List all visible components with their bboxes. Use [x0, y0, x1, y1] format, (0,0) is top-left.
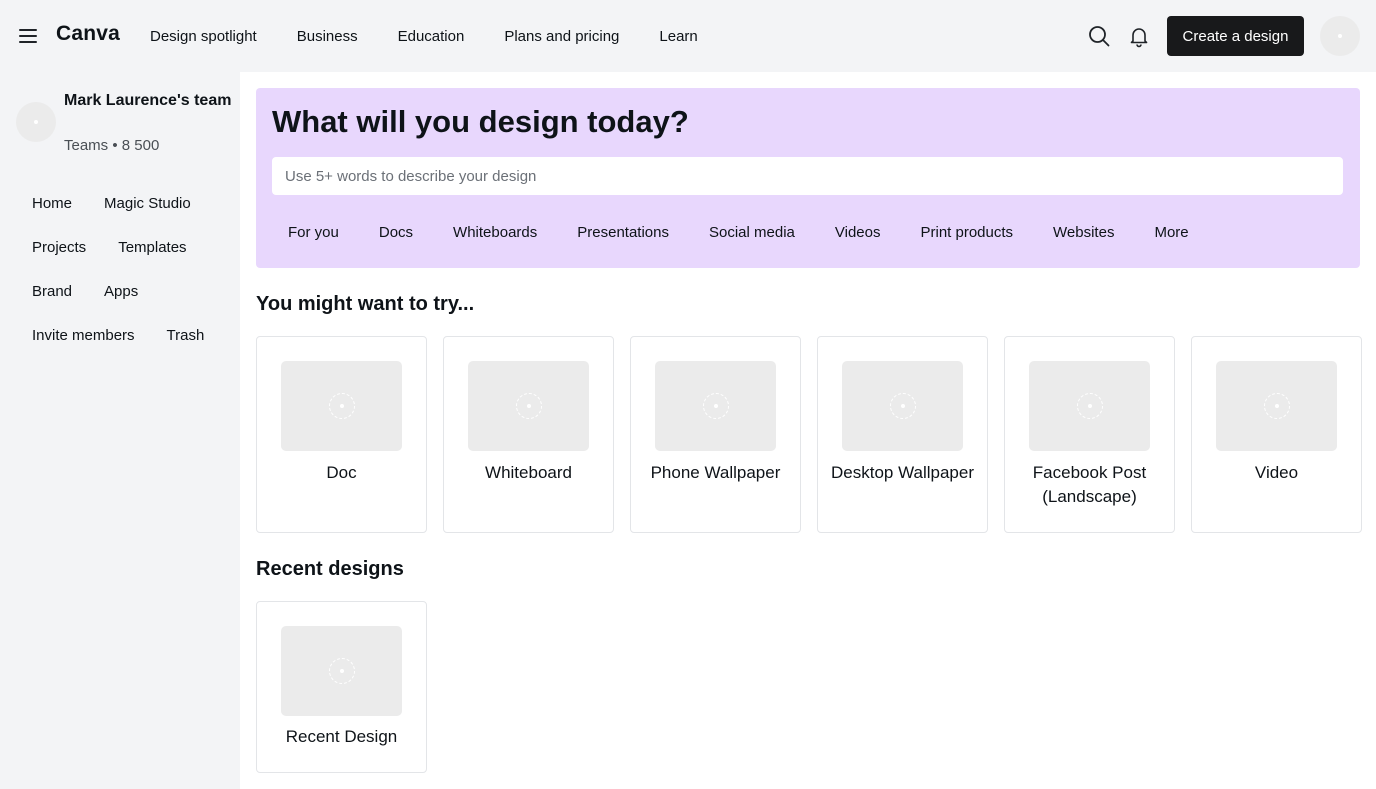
tab-docs[interactable]: Docs	[363, 220, 429, 245]
create-design-button[interactable]: Create a design	[1167, 16, 1304, 56]
suggestions-heading: You might want to try...	[256, 293, 475, 315]
avatar[interactable]	[1320, 16, 1360, 56]
suggestion-card-desktop-wallpaper[interactable]: Desktop Wallpaper	[817, 336, 988, 533]
recent-design-card[interactable]: Recent Design	[256, 601, 427, 773]
loading-icon	[1076, 393, 1103, 419]
team-name[interactable]: Mark Laurence's team	[64, 89, 232, 113]
suggestions-list: Doc Whiteboard Phone Wallpaper Desktop W…	[256, 336, 1362, 533]
loading-icon	[1263, 393, 1290, 419]
suggestion-card-facebook-post[interactable]: Facebook Post (Landscape)	[1004, 336, 1175, 533]
nav-plans-and-pricing[interactable]: Plans and pricing	[488, 20, 635, 53]
sidebar: Mark Laurence's team Teams • 8 500 Home …	[0, 72, 240, 789]
sidebar-nav: Home Magic Studio Projects Templates Bra…	[16, 182, 232, 358]
bell-icon[interactable]	[1125, 22, 1153, 50]
thumbnail-placeholder	[1029, 361, 1150, 451]
sidebar-item-trash[interactable]: Trash	[151, 314, 221, 358]
team-subtitle: Teams • 8 500	[64, 137, 160, 154]
sidebar-item-invite-members[interactable]: Invite members	[16, 314, 151, 358]
nav-business[interactable]: Business	[281, 20, 374, 53]
card-label: Recent Design	[285, 727, 398, 746]
tab-whiteboards[interactable]: Whiteboards	[437, 220, 553, 245]
card-label: Phone Wallpaper	[650, 463, 781, 482]
nav-learn[interactable]: Learn	[643, 20, 713, 53]
tab-videos[interactable]: Videos	[819, 220, 897, 245]
tab-presentations[interactable]: Presentations	[561, 220, 685, 245]
card-label: Desktop Wallpaper	[831, 463, 974, 482]
sidebar-item-brand[interactable]: Brand	[16, 270, 88, 314]
thumbnail-placeholder	[281, 626, 402, 716]
nav-education[interactable]: Education	[382, 20, 481, 53]
loading-icon	[515, 393, 542, 419]
top-header: Canva Design spotlight Business Educatio…	[0, 0, 1376, 72]
card-label: Doc	[326, 463, 357, 482]
sidebar-item-templates[interactable]: Templates	[102, 226, 202, 270]
canva-logo[interactable]: Canva	[56, 22, 120, 46]
tab-print-products[interactable]: Print products	[904, 220, 1029, 245]
card-label: Video	[1254, 463, 1299, 482]
recent-designs-list: Recent Design	[256, 601, 427, 773]
loading-icon	[328, 393, 355, 419]
suggestion-card-video[interactable]: Video	[1191, 336, 1362, 533]
thumbnail-placeholder	[655, 361, 776, 451]
loading-icon	[328, 658, 355, 684]
suggestion-card-phone-wallpaper[interactable]: Phone Wallpaper	[630, 336, 801, 533]
nav-design-spotlight[interactable]: Design spotlight	[134, 20, 273, 53]
page-title: What will you design today?	[272, 104, 689, 139]
tab-more[interactable]: More	[1138, 220, 1204, 245]
design-search-input[interactable]	[272, 157, 1343, 195]
suggestion-card-doc[interactable]: Doc	[256, 336, 427, 533]
suggestion-card-whiteboard[interactable]: Whiteboard	[443, 336, 614, 533]
thumbnail-placeholder	[842, 361, 963, 451]
search-icon[interactable]	[1085, 22, 1113, 50]
top-nav: Design spotlight Business Education Plan…	[134, 0, 722, 72]
card-label: Whiteboard	[485, 463, 572, 482]
card-label: Facebook Post (Landscape)	[1032, 463, 1147, 506]
thumbnail-placeholder	[281, 361, 402, 451]
category-tabs: For you Docs Whiteboards Presentations S…	[272, 218, 1213, 246]
sidebar-item-magic-studio[interactable]: Magic Studio	[88, 182, 207, 226]
hero-banner: What will you design today? For you Docs…	[256, 88, 1360, 268]
sidebar-item-apps[interactable]: Apps	[88, 270, 154, 314]
loading-icon	[889, 393, 916, 419]
tab-social-media[interactable]: Social media	[693, 220, 811, 245]
sidebar-item-projects[interactable]: Projects	[16, 226, 102, 270]
recent-designs-heading: Recent designs	[256, 558, 404, 580]
thumbnail-placeholder	[468, 361, 589, 451]
loading-icon	[702, 393, 729, 419]
thumbnail-placeholder	[1216, 361, 1337, 451]
tab-websites[interactable]: Websites	[1037, 220, 1130, 245]
menu-icon[interactable]	[16, 24, 40, 48]
tab-for-you[interactable]: For you	[272, 220, 355, 245]
sidebar-item-home[interactable]: Home	[16, 182, 88, 226]
team-avatar[interactable]	[16, 102, 56, 142]
